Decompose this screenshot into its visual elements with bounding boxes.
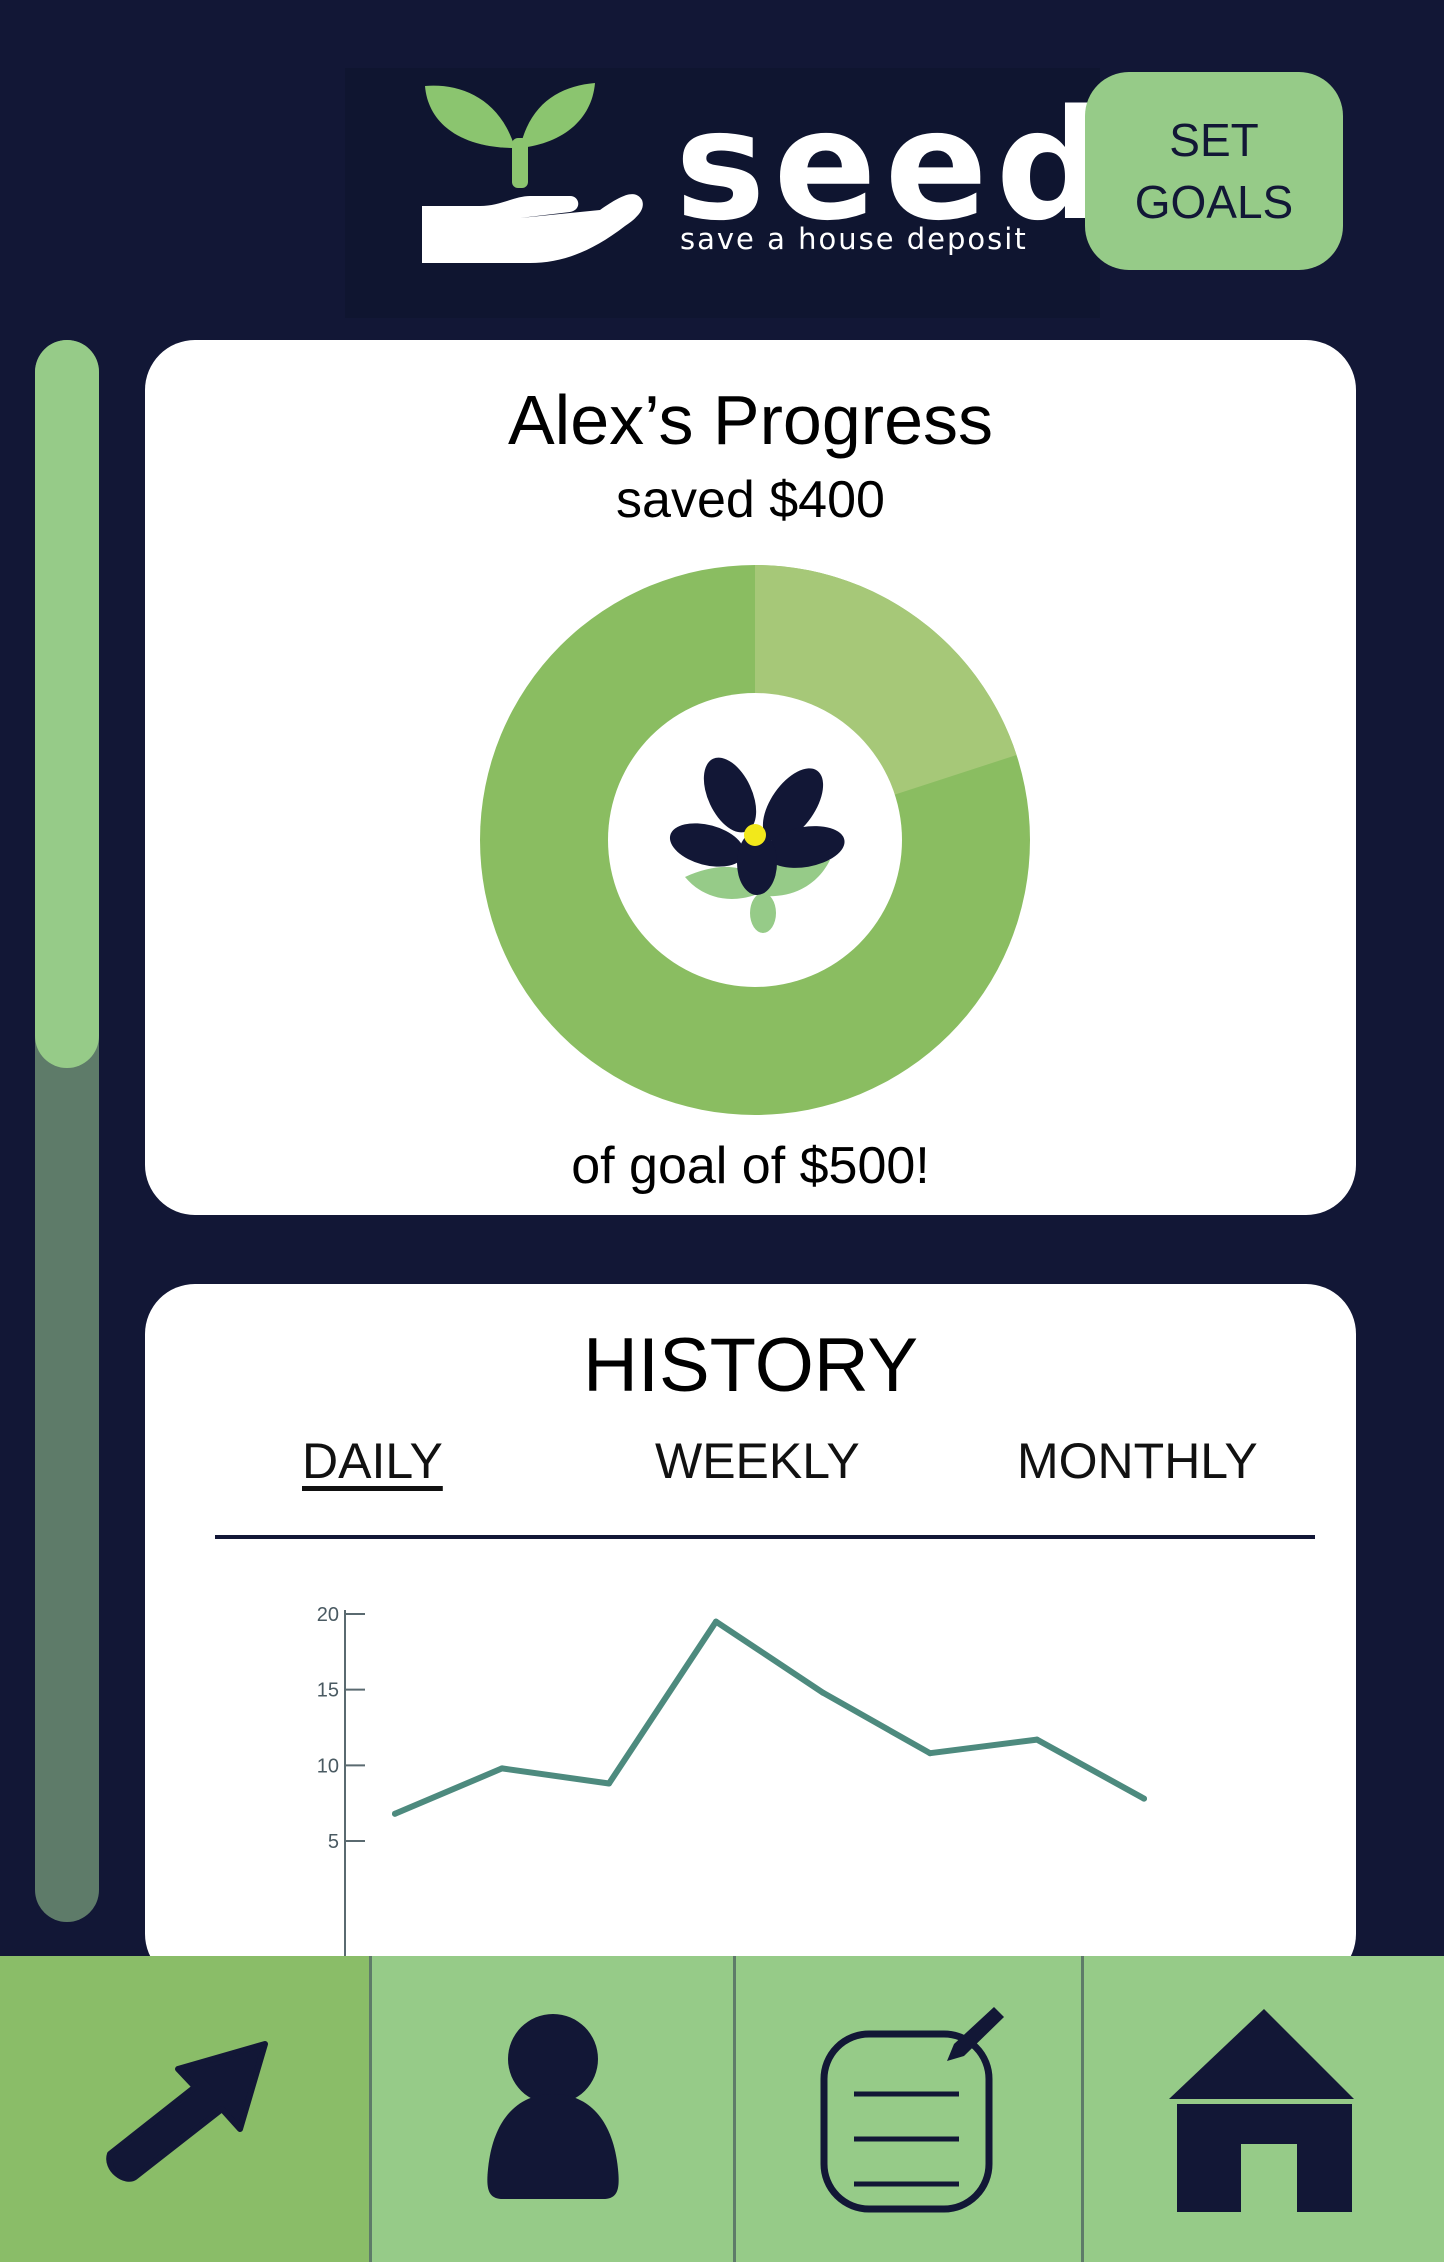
nav-progress-button[interactable] — [0, 1956, 369, 2262]
history-line-chart: 5 10 15 20 — [317, 1604, 1147, 1984]
progress-card: Alex’s Progress saved $400 of goal of $5… — [145, 340, 1356, 1215]
y-tick-label: 10 — [317, 1755, 339, 1777]
brand-tagline: save a house deposit — [680, 222, 1028, 256]
data-point — [1034, 1736, 1040, 1743]
data-point — [606, 1780, 612, 1787]
brand-name: seed — [675, 77, 1113, 254]
nav-home-button[interactable] — [1081, 1956, 1444, 2262]
data-point — [713, 1618, 719, 1625]
history-title: HISTORY — [582, 1323, 919, 1408]
set-goals-button[interactable]: SET GOALS — [1085, 72, 1343, 270]
data-point — [927, 1750, 933, 1757]
bottom-nav — [0, 1956, 1444, 2262]
tab-monthly[interactable]: MONTHLY — [1017, 1432, 1258, 1490]
nav-notes-button[interactable] — [733, 1956, 1081, 2262]
saved-amount-text: saved $400 — [616, 471, 885, 529]
data-point — [1141, 1795, 1147, 1802]
data-line — [392, 1618, 1147, 1817]
progress-donut — [480, 565, 1030, 1115]
data-point — [820, 1689, 826, 1696]
goal-amount-text: of goal of $500! — [571, 1137, 930, 1195]
progress-title: Alex’s Progress — [507, 381, 993, 459]
data-point — [392, 1810, 398, 1817]
set-goals-label: SET GOALS — [1134, 114, 1294, 228]
y-tick-label: 5 — [328, 1831, 339, 1853]
tab-daily[interactable]: DAILY — [302, 1432, 443, 1490]
arrow-up-right-icon — [105, 2041, 268, 2182]
scrollbar-thumb[interactable] — [35, 340, 99, 1068]
notes-icon — [820, 2007, 1004, 2213]
tab-divider — [215, 1535, 1315, 1539]
history-card: HISTORY DAILY WEEKLY MONTHLY 5 10 15 20 — [145, 1284, 1356, 1984]
nav-profile-button[interactable] — [369, 1956, 733, 2262]
user-icon — [486, 2014, 619, 2199]
data-point — [499, 1765, 505, 1772]
y-tick-label: 15 — [317, 1680, 339, 1702]
tab-weekly[interactable]: WEEKLY — [655, 1432, 860, 1490]
seed-logo-icon — [422, 83, 643, 263]
y-tick-label: 20 — [317, 1604, 339, 1626]
home-icon — [1169, 2009, 1354, 2212]
scrollbar[interactable] — [35, 340, 99, 1922]
